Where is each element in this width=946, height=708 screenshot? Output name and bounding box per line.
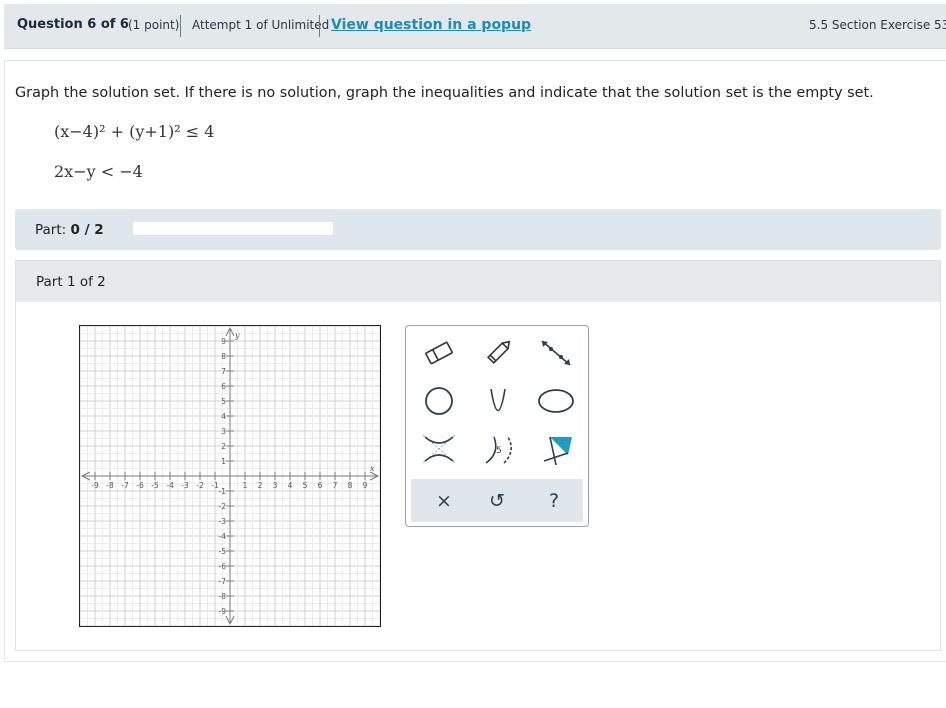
y-tick-label: 9 [221,337,226,346]
fill-region-icon [543,436,572,466]
y-tick-label: -7 [219,577,227,586]
question-prompt: Graph the solution set. If there is no s… [15,85,874,101]
svg-text:5: 5 [496,446,502,456]
dashed-curve-icon: 5 [485,436,512,464]
x-tick-label: 5 [303,481,308,490]
parabola-icon [490,388,506,412]
y-tick-label: -2 [219,502,227,511]
y-tick-label: 1 [221,457,226,466]
hyperbola-icon [422,434,456,464]
x-tick-label: 9 [363,481,368,490]
eraser-icon [425,341,453,365]
dashed-curve-tool[interactable]: 5 [476,429,520,469]
x-tick-label: 7 [333,481,338,490]
x-tick-label: -3 [181,481,189,490]
parabola-tool[interactable] [476,381,520,421]
y-tick-label: 2 [221,442,226,451]
circle-tool[interactable] [417,381,461,421]
x-tick-label: -5 [151,481,159,490]
part-header: Part 1 of 2 [16,261,940,302]
x-tick-label: 1 [243,481,248,490]
line-tool[interactable] [534,333,578,373]
part-progress-bar: Part: 0 / 2 [15,209,941,250]
inequality-line: 2x−y < −4 [54,162,143,181]
fill-region-tool[interactable] [534,429,578,469]
y-tick-label: -3 [219,517,227,526]
x-tick-label: -8 [106,481,114,490]
clear-button[interactable]: × [419,479,469,522]
y-tick-label: -8 [219,592,227,601]
y-tick-label: -9 [219,607,227,616]
circle-icon [425,387,453,415]
hyperbola-tool[interactable] [417,429,461,469]
ellipse-icon [538,389,574,413]
y-tick-label: -5 [219,547,227,556]
x-tick-label: -6 [136,481,144,490]
header-divider [180,15,181,37]
part-progress-text: Part: 0 / 2 [35,222,104,238]
graphing-toolbox: 5 × ↺ ? [405,325,589,527]
x-tick-label: 2 [258,481,263,490]
x-axis-label: x [370,464,375,473]
x-tick-label: 8 [348,481,353,490]
pencil-tool[interactable] [476,333,520,373]
x-tick-label: -4 [166,481,174,490]
inequality-circle: (x−4)² + (y+1)² ≤ 4 [54,122,215,141]
y-tick-label: 5 [221,397,226,406]
y-tick-label: -6 [219,562,227,571]
ellipse-tool[interactable] [534,381,578,421]
x-tick-label: -9 [91,481,99,490]
y-axis-label: y [234,331,240,340]
y-tick-label: -4 [219,532,227,541]
coordinate-grid[interactable]: -9 -8 -7 -6 -5 -4 -3 -2 -1 1 2 3 4 5 6 7 8 9987654321-1-2… [79,325,381,627]
attempt-count: Attempt 1 of Unlimited [192,18,330,32]
y-tick-label: 8 [221,352,226,361]
y-tick-label: 3 [221,427,226,436]
undo-button[interactable]: ↺ [472,479,522,522]
x-tick-label: -7 [121,481,129,490]
view-popup-link[interactable]: View question in a popup [331,17,531,33]
section-label: 5.5 Section Exercise 53,54 [809,18,946,32]
x-tick-label: -2 [196,481,204,490]
x-tick-label: 3 [273,481,278,490]
progress-track [133,222,333,235]
graph-canvas[interactable]: -9 -8 -7 -6 -5 -4 -3 -2 -1 1 2 3 4 5 6 7 8 9 9 8 7 6 5 4 3 2 1 -1 -2… [79,325,381,627]
part-title: Part 1 of 2 [36,274,106,290]
pencil-icon [486,340,511,365]
help-button[interactable]: ? [529,479,579,522]
question-header: Question 6 of 6 (1 point) Attempt 1 of U… [4,4,946,49]
question-points: (1 point) [128,18,180,32]
y-tick-label: 4 [221,412,226,421]
line-icon [541,340,571,366]
eraser-tool[interactable] [417,333,461,373]
question-number: Question 6 of 6 [17,17,129,32]
y-tick-label: 6 [221,382,226,391]
y-tick-label: 7 [221,367,226,376]
x-tick-label: 6 [318,481,323,490]
x-tick-label: 4 [288,481,293,490]
y-tick-label: -1 [219,487,227,496]
header-divider [319,15,320,37]
toolbox-actions: × ↺ ? [411,479,583,522]
